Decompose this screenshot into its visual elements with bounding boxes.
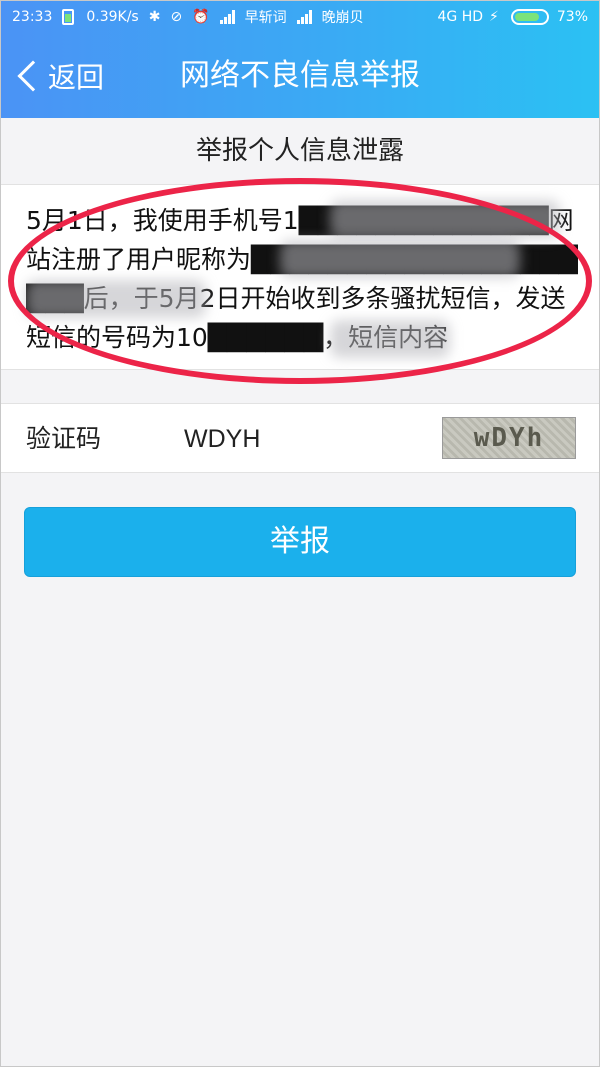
battery-saver-icon	[62, 9, 75, 25]
sync-off-icon: ⊘	[170, 9, 183, 25]
back-label: 返回	[48, 61, 105, 94]
section-title: 举报个人信息泄露	[0, 118, 600, 184]
submit-report-button[interactable]: 举报	[24, 507, 576, 577]
back-button[interactable]: 返回	[14, 54, 104, 98]
status-bar: 23:33 0.39K/s ✱ ⊘ ⏰ 早斩词 晚崩贝 4G HD ⚡ 73%	[0, 0, 600, 34]
signal-icon	[296, 10, 312, 24]
status-battery: 73%	[556, 9, 588, 25]
redaction-blur	[280, 240, 520, 278]
redaction-blur	[330, 200, 560, 238]
captcha-image[interactable]: wDYh	[442, 417, 576, 459]
status-carrier-2: 晚崩贝	[321, 10, 364, 26]
app-header: 23:33 0.39K/s ✱ ⊘ ⏰ 早斩词 晚崩贝 4G HD ⚡ 73% …	[0, 0, 600, 118]
charging-icon: ⚡	[489, 9, 499, 25]
redaction-blur	[26, 280, 206, 318]
status-carrier-1: 早斩词	[244, 10, 287, 26]
navigation-bar: 网络不良信息举报 返回	[0, 34, 600, 118]
signal-icon	[219, 10, 235, 24]
chevron-left-icon	[17, 60, 49, 92]
status-net-speed: 0.39K/s	[86, 9, 139, 25]
redaction-blur	[330, 320, 450, 358]
alarm-icon: ⏰	[192, 9, 210, 25]
captcha-input[interactable]	[184, 418, 424, 460]
bluetooth-icon: ✱	[148, 9, 161, 25]
captcha-label: 验证码	[26, 424, 102, 453]
battery-icon	[510, 9, 549, 25]
status-time: 23:33	[12, 9, 53, 25]
status-network: 4G HD	[437, 9, 484, 25]
